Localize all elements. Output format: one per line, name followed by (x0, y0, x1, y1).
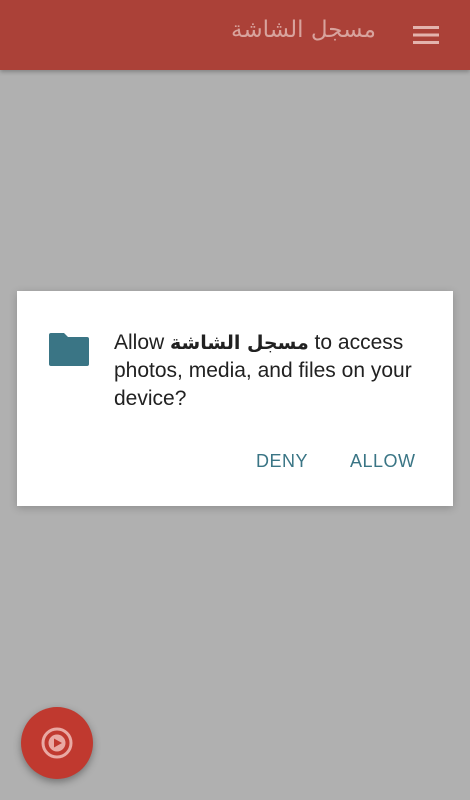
allow-button[interactable]: ALLOW (350, 451, 416, 472)
record-button[interactable] (21, 707, 93, 779)
permission-dialog: Allow مسجل الشاشة to access photos, medi… (17, 291, 453, 506)
deny-button[interactable]: DENY (256, 451, 308, 472)
app-title: مسجل الشاشة (231, 17, 376, 43)
app-bar: مسجل الشاشة (0, 0, 470, 70)
menu-button[interactable] (408, 17, 444, 53)
folder-icon (49, 333, 89, 366)
play-circle-icon (41, 727, 73, 759)
permission-message: Allow مسجل الشاشة to access photos, medi… (114, 329, 434, 413)
app-name: مسجل الشاشة (170, 332, 309, 354)
message-prefix: Allow (114, 331, 171, 354)
hamburger-menu-icon (413, 26, 439, 44)
